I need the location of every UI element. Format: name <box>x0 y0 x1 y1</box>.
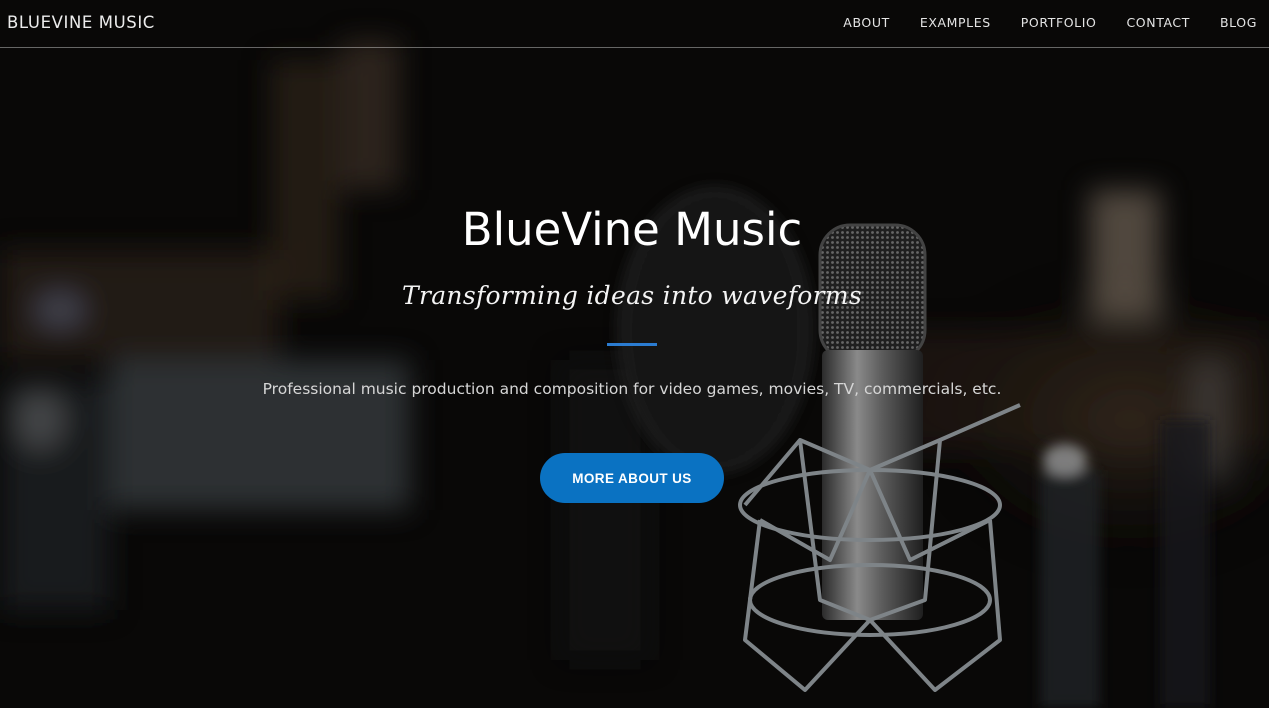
hero-title: BlueVine Music <box>461 203 803 256</box>
hero-subtitle: Transforming ideas into waveforms <box>402 281 862 310</box>
nav-links: ABOUT EXAMPLES PORTFOLIO CONTACT BLOG <box>813 15 1257 30</box>
nav-link-contact[interactable]: CONTACT <box>1126 15 1189 30</box>
nav-link-blog[interactable]: BLOG <box>1220 15 1257 30</box>
nav-link-portfolio[interactable]: PORTFOLIO <box>1021 15 1097 30</box>
hero-tagline: Professional music production and compos… <box>262 380 1002 398</box>
top-navbar: BLUEVINE MUSIC ABOUT EXAMPLES PORTFOLIO … <box>0 0 1269 48</box>
nav-link-about[interactable]: ABOUT <box>843 15 890 30</box>
title-divider <box>607 343 657 346</box>
more-about-us-button[interactable]: MORE ABOUT US <box>540 453 724 503</box>
brand-logo[interactable]: BLUEVINE MUSIC <box>7 13 155 32</box>
hero-section: BLUEVINE MUSIC ABOUT EXAMPLES PORTFOLIO … <box>0 0 1269 708</box>
nav-link-examples[interactable]: EXAMPLES <box>920 15 991 30</box>
studio-microphone-background-image <box>0 0 1269 708</box>
